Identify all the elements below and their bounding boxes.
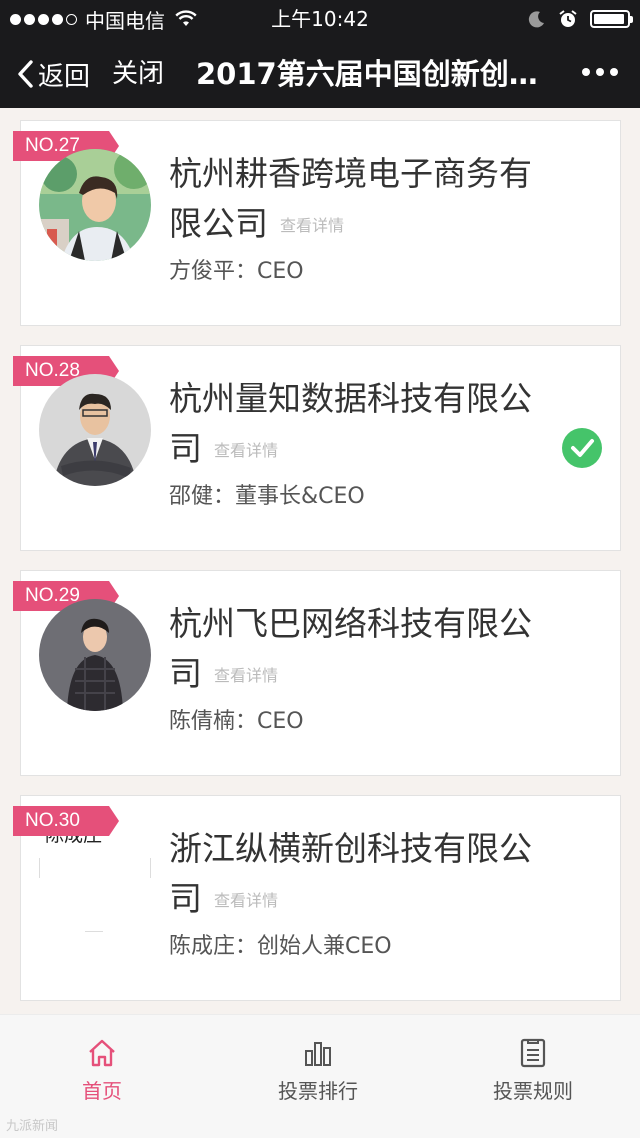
nav-bar: 返回 关闭 2017第六届中国创新创业大赛	[0, 40, 640, 108]
avatar	[39, 599, 151, 711]
company-name: 浙江纵横新创科技有限公司 查看详情	[169, 824, 549, 926]
view-details-link[interactable]: 查看详情	[214, 666, 278, 685]
view-details-link[interactable]: 查看详情	[214, 441, 278, 460]
voted-check-icon	[562, 428, 602, 468]
alarm-icon	[559, 10, 577, 27]
more-menu-icon[interactable]	[582, 68, 618, 76]
company-name: 杭州量知数据科技有限公司 查看详情	[169, 374, 549, 476]
close-button[interactable]: 关闭	[112, 54, 164, 94]
back-label: 返回	[38, 61, 91, 92]
avatar	[39, 149, 151, 261]
company-label: 杭州耕香跨境电子商务有限公司	[169, 154, 532, 243]
bar-chart-icon	[305, 1042, 331, 1066]
avatar	[39, 374, 151, 486]
moon-icon	[528, 11, 544, 28]
view-details-link[interactable]: 查看详情	[280, 216, 344, 235]
tab-ranking-label: 投票排行	[278, 1079, 358, 1103]
candidate-card[interactable]: NO.27 杭州耕香跨境电子商务有限公司 查看详情 方俊平：CEO	[13, 120, 621, 326]
watermark: 九派新闻	[6, 1119, 59, 1134]
company-name: 杭州耕香跨境电子商务有限公司 查看详情	[169, 149, 549, 251]
person-title: 邵健：董事长&CEO	[169, 484, 365, 509]
person-title: 方俊平：CEO	[169, 259, 304, 284]
status-bar: 中国电信 上午10:42	[0, 0, 640, 40]
candidate-card[interactable]: NO.29 杭州飞巴网络科技有限公司 查看详情 陈倩楠：CEO	[13, 570, 621, 776]
page-title: 2017第六届中国创新创业大赛	[196, 57, 560, 91]
tab-home[interactable]: 首页	[2, 1037, 202, 1104]
chevron-left-icon	[18, 60, 33, 88]
tab-ranking[interactable]: 投票排行	[218, 1037, 418, 1104]
view-details-link[interactable]: 查看详情	[214, 891, 278, 910]
person-title: 陈倩楠：CEO	[169, 709, 304, 734]
candidate-card[interactable]: 陈成庄 NO.30 浙江纵横新创科技有限公司查看详情 陈成庄：创始人兼CEO	[13, 795, 621, 1001]
document-icon	[520, 1038, 546, 1068]
tab-home-label: 首页	[82, 1079, 122, 1103]
home-icon	[89, 1039, 115, 1067]
battery-icon	[590, 10, 633, 28]
candidate-list: NO.27 杭州耕香跨境电子商务有限公司查看详情 方俊平：CEO NO.28	[0, 108, 640, 1014]
person-title: 陈成庄：创始人兼CEO	[169, 934, 392, 959]
number-badge: NO.30	[13, 806, 119, 836]
company-name: 杭州飞巴网络科技有限公司 查看详情	[169, 599, 549, 701]
candidate-card[interactable]: NO.28 杭州量知数据科技有限公司 查看详情 邵健：董事长&CEO	[13, 345, 621, 551]
tab-rules[interactable]: 投票规则	[433, 1037, 633, 1104]
tab-bar: 首页 投票排行 投票规则	[0, 1014, 640, 1138]
back-button[interactable]: 返回	[16, 54, 90, 94]
status-right	[528, 6, 633, 32]
tab-rules-label: 投票规则	[493, 1079, 573, 1103]
